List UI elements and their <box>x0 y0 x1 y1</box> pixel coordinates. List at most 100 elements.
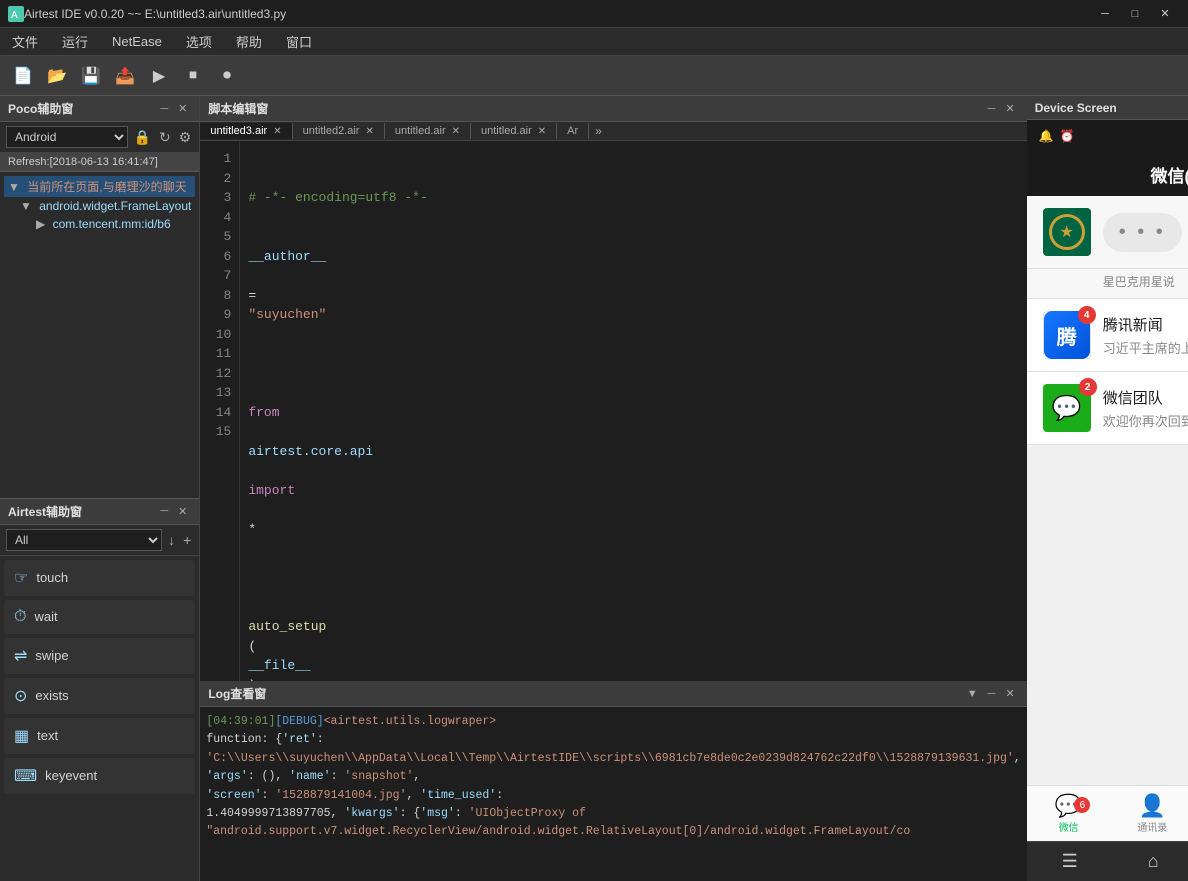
status-left: 🔔 ⏰ <box>1039 129 1075 143</box>
airtest-selector-row: All touch wait swipe ↓ + <box>0 525 199 556</box>
wechat-nav-label: 微信 <box>1059 819 1079 834</box>
maximize-button[interactable]: □ <box>1120 4 1150 24</box>
airtest-item-swipe[interactable]: ⇌ swipe <box>4 638 195 674</box>
log-line-3: 'C:\\Users\\suyuchen\\AppData\\Local\\Te… <box>206 750 1020 787</box>
poco-settings-btn[interactable]: ⚙ <box>177 127 194 148</box>
wechat-nav-badge: 6 <box>1074 797 1090 813</box>
log-close-btn[interactable]: ✕ <box>1001 686 1018 701</box>
airtest-close-btn[interactable]: ✕ <box>174 504 191 519</box>
menu-item-窗口[interactable]: 窗口 <box>274 28 324 55</box>
tencent-name: 腾讯新闻 <box>1103 314 1188 335</box>
code-editor[interactable]: 1 2 3 4 5 6 7 8 9 10 11 12 13 14 15 # -*… <box>200 141 1026 681</box>
phone-menu-btn[interactable]: ☰ <box>1050 847 1090 876</box>
svg-text:A: A <box>11 10 18 21</box>
phone-statusbar: 🔔 ⏰ N 📶 ▲▲▲ 97% 🔋 16:41 <box>1027 120 1188 152</box>
open-file-button[interactable]: 📂 <box>42 61 72 91</box>
airtest-item-text[interactable]: ▦ text <box>4 718 195 754</box>
poco-close-btn[interactable]: ✕ <box>174 101 191 116</box>
editor-and-log: 脚本编辑窗 ─ ✕ untitled3.air ✕ untitled2.air … <box>200 96 1026 881</box>
record-button[interactable]: ⏺ <box>212 61 242 91</box>
tencent-content: 腾讯新闻 习近平主席的上合时间 <box>1103 314 1188 357</box>
tree-item-framelayout[interactable]: ▼ android.widget.FrameLayout <box>4 197 195 215</box>
close-tab-untitled-b[interactable]: ✕ <box>538 126 546 137</box>
log-content[interactable]: [04:39:01][DEBUG]<airtest.utils.logwrape… <box>200 707 1026 881</box>
stop-button[interactable]: ⏹ <box>178 61 208 91</box>
wechat-team-avatar: 2 💬 <box>1043 384 1091 432</box>
export-button[interactable]: 📤 <box>110 61 140 91</box>
editor-close-btn[interactable]: ✕ <box>1001 101 1018 116</box>
toolbar: 📄 📂 💾 📤 ▶ ⏹ ⏺ <box>0 56 1188 96</box>
starbucks-caption: 星巴克用星说 <box>1103 275 1175 289</box>
wechat-team-name: 微信团队 <box>1103 387 1188 408</box>
keyevent-icon: ⌨ <box>14 766 37 786</box>
poco-panel-controls: ─ ✕ <box>156 101 191 116</box>
poco-minimize-btn[interactable]: ─ <box>156 101 172 116</box>
menu-item-文件[interactable]: 文件 <box>0 28 50 55</box>
menu-item-运行[interactable]: 运行 <box>50 28 100 55</box>
airtest-filter-select[interactable]: All touch wait swipe <box>6 529 162 551</box>
run-button[interactable]: ▶ <box>144 61 174 91</box>
swipe-icon: ⇌ <box>14 646 27 666</box>
starbucks-row: ★ • • • <box>1027 196 1188 269</box>
menu-item-NetEase[interactable]: NetEase <box>100 30 174 53</box>
notification-icon: 🔔 <box>1039 129 1054 143</box>
airtest-item-exists[interactable]: ⊙ exists <box>4 678 195 714</box>
wechat-title: 微信(6) <box>1150 162 1188 187</box>
close-tab-untitled2[interactable]: ✕ <box>365 126 373 137</box>
wechat-titlebar: 微信(6) 🔍 + <box>1027 152 1188 196</box>
starbucks-avatar: ★ <box>1043 208 1091 256</box>
poco-panel: Poco辅助窗 ─ ✕ Android iOS 🔒 ↻ ⚙ Refresh:[2… <box>0 96 200 881</box>
airtest-minimize-btn[interactable]: ─ <box>156 504 172 519</box>
menu-item-帮助[interactable]: 帮助 <box>224 28 274 55</box>
device-panel-title: Device Screen <box>1035 101 1117 115</box>
wechat-team-preview: 欢迎你再次回到微信。如果你在使... <box>1103 411 1188 430</box>
exists-icon: ⊙ <box>14 686 27 706</box>
poco-refresh-btn[interactable]: ↻ <box>157 127 173 148</box>
save-button[interactable]: 💾 <box>76 61 106 91</box>
editor-minimize-btn[interactable]: ─ <box>984 101 1000 116</box>
tree-item-tencent[interactable]: ▶ com.tencent.mm:id/b6 <box>4 215 195 233</box>
nav-item-wechat[interactable]: 💬 6 微信 <box>1027 793 1111 834</box>
log-panel-title: Log查看窗 <box>208 685 266 702</box>
log-line-6: "android.support.v7.widget.RecyclerView/… <box>206 823 1020 841</box>
menubar: 文件运行NetEase选项帮助窗口 <box>0 28 1188 56</box>
starbucks-caption-row: 星巴克用星说 <box>1027 269 1188 299</box>
tree-item-page[interactable]: ▼ 当前所在页面,与磨理沙的聊天 <box>4 176 195 197</box>
tab-bar: untitled3.air ✕ untitled2.air ✕ untitled… <box>200 122 1026 141</box>
line-numbers: 1 2 3 4 5 6 7 8 9 10 11 12 13 14 15 <box>200 141 240 681</box>
tab-untitled[interactable]: untitled.air ✕ <box>385 123 471 139</box>
touch-icon: ☞ <box>14 568 28 588</box>
airtest-item-keyevent[interactable]: ⌨ keyevent <box>4 758 195 794</box>
code-content[interactable]: # -*- encoding=utf8 -*- __author__ = "su… <box>240 141 1026 681</box>
wechat-team-icon: 💬 <box>1052 394 1082 423</box>
airtest-add-btn[interactable]: + <box>181 530 193 550</box>
airtest-import-btn[interactable]: ↓ <box>166 530 177 550</box>
tab-untitled-b[interactable]: untitled.air ✕ <box>471 123 557 139</box>
tab-ar[interactable]: Ar <box>557 123 589 139</box>
log-minimize-btn[interactable]: ─ <box>984 686 1000 701</box>
poco-platform-select[interactable]: Android iOS <box>6 126 128 148</box>
tab-more-btn[interactable]: » <box>589 122 608 140</box>
poco-lock-btn[interactable]: 🔒 <box>132 127 153 148</box>
log-filter-btn[interactable]: ▼ <box>963 686 982 701</box>
phone-screen: 🔔 ⏰ N 📶 ▲▲▲ 97% 🔋 16:41 微信(6) 🔍 <box>1027 120 1188 841</box>
airtest-item-wait[interactable]: ⏱ wait <box>4 600 195 634</box>
minimize-button[interactable]: ─ <box>1090 4 1120 24</box>
tab-untitled2[interactable]: untitled2.air ✕ <box>293 123 385 139</box>
airtest-item-touch[interactable]: ☞ touch <box>4 560 195 596</box>
app-icon: A <box>8 6 24 22</box>
tab-untitled3[interactable]: untitled3.air ✕ <box>200 123 292 139</box>
menu-item-选项[interactable]: 选项 <box>174 28 224 55</box>
airtest-panel-title: Airtest辅助窗 <box>8 503 82 520</box>
tencent-icon-letter: 腾 <box>1057 321 1077 350</box>
wechat-item-tencent[interactable]: 4 腾 腾讯新闻 习近平主席的上合时间 14:55 <box>1027 299 1188 372</box>
new-file-button[interactable]: 📄 <box>8 61 38 91</box>
nav-item-contacts[interactable]: 👤 通讯录 <box>1110 793 1188 834</box>
phone-home-btn[interactable]: ⌂ <box>1136 847 1171 876</box>
close-button[interactable]: ✕ <box>1150 4 1180 24</box>
close-tab-untitled3[interactable]: ✕ <box>273 126 281 137</box>
wechat-item-team[interactable]: 2 💬 微信团队 欢迎你再次回到微信。如果你在使... 11:00 <box>1027 372 1188 445</box>
poco-panel-header: Poco辅助窗 ─ ✕ <box>0 96 199 122</box>
window-controls: ─ □ ✕ <box>1090 4 1180 24</box>
close-tab-untitled[interactable]: ✕ <box>452 126 460 137</box>
